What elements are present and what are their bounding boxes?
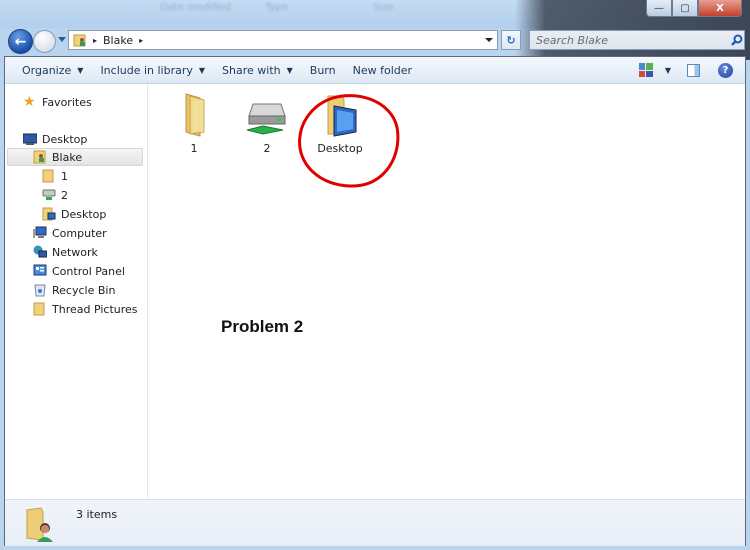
window-controls: — ▢ X bbox=[646, 0, 742, 17]
sidebar-item-thread-pictures[interactable]: Thread Pictures bbox=[33, 300, 138, 318]
forward-button[interactable] bbox=[33, 30, 56, 53]
help-icon[interactable]: ? bbox=[718, 62, 733, 78]
file-name: 1 bbox=[190, 142, 198, 155]
problem-annotation: Problem 2 bbox=[221, 317, 304, 336]
new-folder-button[interactable]: New folder bbox=[353, 64, 412, 77]
sidebar-item-blake[interactable]: Blake bbox=[7, 148, 143, 166]
include-in-library-label: Include in library bbox=[100, 63, 193, 77]
network-icon bbox=[33, 245, 48, 259]
burn-label: Burn bbox=[309, 63, 336, 77]
search-icon[interactable] bbox=[730, 33, 744, 47]
sidebar-item-1[interactable]: 1 bbox=[42, 167, 68, 185]
sidebar-item-label: Thread Pictures bbox=[52, 302, 138, 316]
preview-pane-icon[interactable] bbox=[687, 63, 700, 77]
sidebar-item-label: Recycle Bin bbox=[52, 283, 116, 297]
breadcrumb-separator[interactable]: ▸ bbox=[93, 36, 97, 45]
search-input[interactable] bbox=[530, 32, 717, 48]
recycle-bin-icon bbox=[33, 283, 47, 297]
search-box[interactable] bbox=[529, 30, 745, 50]
file-list: 1 2 Desktop Problem 2 bbox=[148, 84, 745, 499]
sidebar-item-label: Control Panel bbox=[52, 264, 125, 278]
close-button[interactable]: X bbox=[698, 0, 742, 17]
desktop-icon bbox=[22, 132, 38, 146]
sidebar-item-label: Desktop bbox=[42, 132, 88, 146]
item-count: 3 items bbox=[76, 508, 118, 521]
folder-icon bbox=[33, 302, 47, 316]
recent-pages-dropdown[interactable] bbox=[58, 37, 66, 42]
breadcrumb-separator[interactable]: ▸ bbox=[139, 36, 143, 45]
computer-icon bbox=[33, 226, 47, 240]
file-item-2[interactable]: 2 bbox=[232, 90, 302, 155]
change-view-icon[interactable] bbox=[638, 63, 653, 77]
address-history-dropdown[interactable] bbox=[485, 38, 493, 42]
network-drive-icon bbox=[42, 188, 56, 202]
user-folder-icon bbox=[33, 150, 47, 164]
chevron-down-icon: ▼ bbox=[286, 65, 293, 75]
chevron-down-icon: ▼ bbox=[77, 65, 84, 75]
folder-icon bbox=[42, 169, 56, 183]
sidebar-item-label: Computer bbox=[52, 226, 107, 240]
ghost-header-size: Size bbox=[373, 2, 394, 13]
ghost-header-type: Type bbox=[265, 2, 288, 13]
sidebar-item-control-panel[interactable]: Control Panel bbox=[33, 262, 125, 280]
ghost-header-date: Date modified bbox=[160, 2, 231, 13]
folder-icon bbox=[170, 90, 218, 138]
sidebar-item-label: Blake bbox=[52, 150, 83, 164]
command-bar: Organize ▼ Include in library ▼ Share with… bbox=[5, 57, 745, 84]
maximize-button[interactable]: ▢ bbox=[672, 0, 698, 17]
navigation-bar: ← ▸ Blake ▸ ↻ bbox=[0, 28, 750, 54]
control-panel-icon bbox=[33, 264, 47, 278]
close-icon: X bbox=[716, 2, 724, 14]
back-button[interactable]: ← bbox=[8, 29, 33, 54]
chevron-down-icon: ▼ bbox=[198, 65, 206, 75]
sidebar-item-desktop[interactable]: Desktop bbox=[22, 130, 88, 148]
breadcrumb-blake[interactable]: Blake bbox=[103, 34, 133, 47]
sidebar-item-label: Network bbox=[52, 245, 98, 259]
star-icon: ★ bbox=[23, 94, 36, 110]
sidebar-item-favorites[interactable]: ★ Favorites bbox=[23, 93, 92, 111]
sidebar-item-label: Favorites bbox=[42, 95, 92, 109]
help-glyph: ? bbox=[722, 64, 729, 76]
include-in-library-button[interactable]: Include in library ▼ bbox=[100, 64, 205, 77]
file-name: 2 bbox=[263, 142, 271, 155]
user-folder-icon bbox=[26, 507, 53, 542]
back-arrow-icon: ← bbox=[14, 33, 27, 50]
minimize-icon: — bbox=[654, 2, 664, 14]
explorer-window: Organize ▼ Include in library ▼ Share with… bbox=[4, 56, 746, 546]
sidebar-item-recycle-bin[interactable]: Recycle Bin bbox=[33, 281, 115, 299]
organize-label: Organize bbox=[22, 63, 72, 77]
organize-button[interactable]: Organize ▼ bbox=[22, 64, 83, 77]
desktop-folder-icon bbox=[42, 207, 56, 221]
sidebar-item-label: 1 bbox=[61, 169, 68, 183]
refresh-button[interactable]: ↻ bbox=[501, 30, 521, 50]
maximize-icon: ▢ bbox=[680, 2, 690, 14]
share-with-button[interactable]: Share with ▼ bbox=[222, 64, 293, 77]
new-folder-label: New folder bbox=[352, 63, 413, 77]
sidebar-item-2[interactable]: 2 bbox=[42, 186, 68, 204]
network-drive-icon bbox=[243, 90, 291, 138]
sidebar-item-desktop-folder[interactable]: Desktop bbox=[42, 205, 106, 223]
more-views-dropdown[interactable]: ▼ bbox=[665, 66, 671, 75]
navigation-pane: ★ Favorites Desktop Blake 1 2 Desktop Co… bbox=[5, 84, 148, 499]
minimize-button[interactable]: — bbox=[646, 0, 672, 17]
refresh-icon: ↻ bbox=[506, 33, 516, 47]
sidebar-item-label: 2 bbox=[61, 188, 68, 202]
burn-button[interactable]: Burn bbox=[310, 64, 336, 77]
sidebar-item-network[interactable]: Network bbox=[33, 243, 98, 261]
sidebar-item-label: Desktop bbox=[61, 207, 107, 221]
details-pane: 3 items bbox=[5, 499, 745, 546]
sidebar-item-computer[interactable]: Computer bbox=[33, 224, 107, 242]
user-folder-icon bbox=[73, 34, 86, 47]
share-with-label: Share with bbox=[222, 63, 281, 77]
address-bar[interactable]: ▸ Blake ▸ bbox=[68, 30, 498, 50]
file-item-1[interactable]: 1 bbox=[159, 90, 229, 155]
